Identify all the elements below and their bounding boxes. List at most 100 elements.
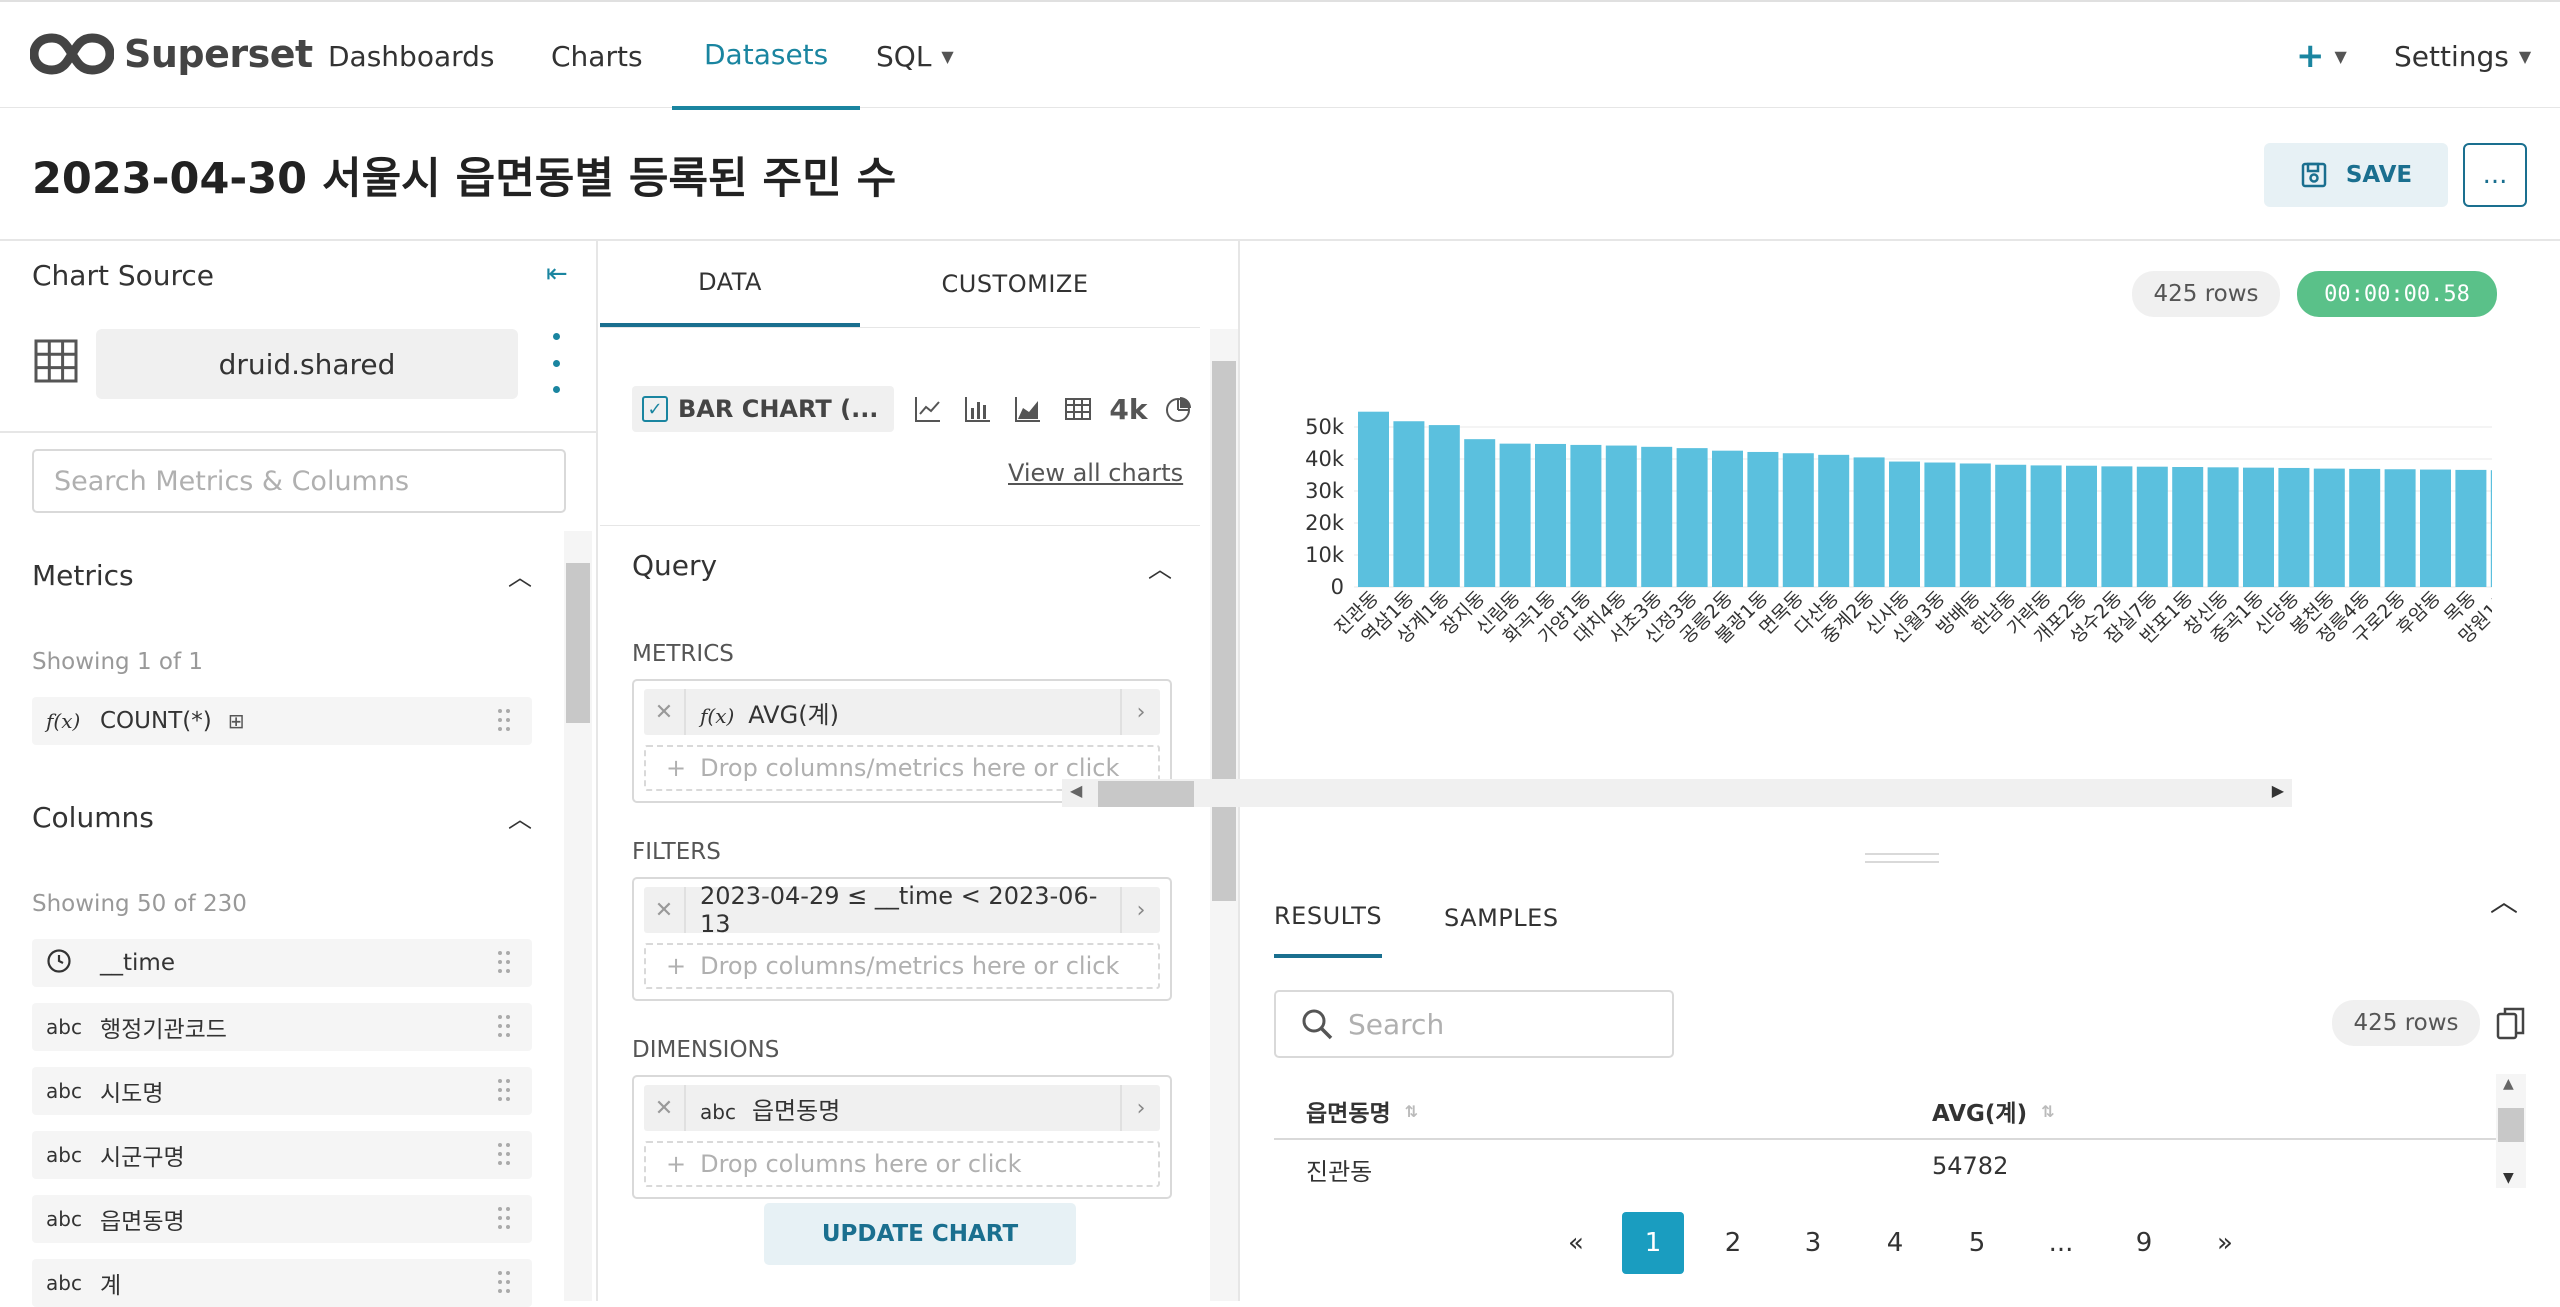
bar (1428, 425, 1460, 587)
split-drag-handle[interactable] (1865, 853, 1939, 863)
plus-icon: + (2296, 36, 2325, 76)
nav-dashboards[interactable]: Dashboards (328, 2, 495, 110)
chart-title[interactable]: 2023-04-30 서울시 읍면동별 등록된 주민 수 (32, 144, 896, 206)
superset-logo[interactable]: Superset (30, 24, 313, 84)
collapse-panel-icon[interactable]: ⇤ (546, 259, 568, 289)
pagination-page-1[interactable]: 1 (1622, 1212, 1684, 1274)
line-chart-icon[interactable] (912, 393, 944, 425)
chevron-up-icon[interactable]: ︿ (1148, 549, 1172, 584)
dimension-chip[interactable]: ✕ abc 읍면동명 › (644, 1085, 1160, 1131)
pagination-next[interactable]: » (2194, 1212, 2256, 1274)
table-scrollbar-thumb[interactable] (2498, 1108, 2524, 1142)
pagination-page-5[interactable]: 5 (1946, 1212, 2008, 1274)
column-type: abc (46, 1271, 82, 1295)
area-chart-icon[interactable] (1012, 393, 1044, 425)
dimensions-control: ✕ abc 읍면동명 › + Drop columns here or click (632, 1075, 1172, 1199)
column-name: 계 (100, 1273, 122, 1299)
new-item-menu[interactable]: + ▼ (2296, 2, 2347, 110)
bar (1818, 454, 1850, 587)
pie-chart-icon[interactable] (1162, 393, 1194, 425)
sort-icon[interactable]: ⇅ (2041, 1102, 2054, 1121)
tab-samples[interactable]: SAMPLES (1444, 878, 1559, 958)
chart-scrollbar-track[interactable]: ◀ ▶ (1062, 779, 2292, 807)
superset-logo-icon (30, 33, 114, 75)
collapse-results-icon[interactable]: ︿ (2490, 880, 2518, 920)
scroll-down-icon[interactable]: ▼ (2503, 1170, 2514, 1186)
pagination-page-4[interactable]: 4 (1864, 1212, 1926, 1274)
pagination-ellipsis[interactable]: ... (2030, 1212, 2092, 1274)
scroll-left-icon[interactable]: ◀ (1070, 781, 1082, 800)
drag-handle-icon[interactable] (498, 1271, 510, 1295)
function-icon: f(x) (700, 703, 735, 728)
remove-icon[interactable]: ✕ (644, 689, 686, 735)
column-item[interactable]: __time (32, 939, 532, 987)
dataset-menu-icon[interactable] (548, 333, 564, 393)
clock-icon (46, 948, 82, 979)
chart-panel: 425 rows 00:00:00.58 0 10k 20k 30k 40k 50k 진관동… (1242, 241, 2560, 1301)
column-item[interactable]: abc 행정기관코드 (32, 1003, 532, 1051)
drag-handle-icon[interactable] (498, 1207, 510, 1231)
chevron-right-icon[interactable]: › (1120, 887, 1160, 933)
check-icon: ✓ (642, 396, 668, 422)
table-header-dong[interactable]: 읍면동명 ⇅ (1306, 1094, 1418, 1128)
tab-data[interactable]: DATA (600, 241, 860, 327)
bar (1853, 457, 1885, 587)
drag-handle-icon[interactable] (498, 709, 510, 733)
bar (1535, 443, 1566, 587)
more-actions-button[interactable]: ... (2463, 143, 2527, 207)
metric-value: AVG(계) (748, 700, 840, 729)
pagination-prev[interactable]: « (1545, 1212, 1607, 1274)
sort-icon[interactable]: ⇅ (1405, 1102, 1418, 1121)
copy-icon[interactable] (2496, 1006, 2526, 1042)
drag-handle-icon[interactable] (498, 1015, 510, 1039)
dimensions-drop-zone[interactable]: + Drop columns here or click (644, 1141, 1160, 1187)
tab-results[interactable]: RESULTS (1274, 878, 1383, 958)
scrollbar-thumb[interactable] (566, 563, 590, 723)
drag-handle-icon[interactable] (498, 1079, 510, 1103)
chevron-right-icon[interactable]: › (1120, 1085, 1160, 1131)
save-button[interactable]: SAVE (2264, 143, 2448, 207)
chevron-up-icon[interactable]: ︿ (508, 799, 532, 834)
remove-icon[interactable]: ✕ (644, 1085, 686, 1131)
bar-chart-icon[interactable] (962, 393, 994, 425)
chevron-up-icon[interactable]: ︿ (508, 557, 532, 592)
scroll-up-icon[interactable]: ▲ (2503, 1076, 2514, 1092)
nav-sql-label: SQL (876, 39, 932, 73)
scrollbar-thumb[interactable] (1212, 361, 1236, 901)
table-chart-icon[interactable] (1062, 393, 1094, 425)
drag-handle-icon[interactable] (498, 951, 510, 975)
chart-scrollbar-thumb[interactable] (1098, 781, 1194, 807)
column-name: __time (100, 950, 175, 976)
viz-type-selector[interactable]: ✓ BAR CHART (... (632, 386, 895, 432)
big-number-icon[interactable]: 4k (1109, 393, 1147, 426)
nav-charts[interactable]: Charts (551, 2, 643, 110)
column-item[interactable]: abc 시도명 (32, 1067, 532, 1115)
column-item[interactable]: abc 계 (32, 1259, 532, 1307)
pagination-page-9[interactable]: 9 (2113, 1212, 2175, 1274)
view-all-charts-link[interactable]: View all charts (1008, 459, 1183, 487)
filters-drop-zone[interactable]: + Drop columns/metrics here or click (644, 943, 1160, 989)
metric-chip[interactable]: ✕ f(x) AVG(계) › (644, 689, 1160, 735)
column-item[interactable]: abc 시군구명 (32, 1131, 532, 1179)
nav-datasets[interactable]: Datasets (672, 2, 861, 110)
column-item[interactable]: abc 읍면동명 (32, 1195, 532, 1243)
nav-sql[interactable]: SQL ▼ (876, 2, 954, 110)
nav-datasets-label: Datasets (704, 37, 829, 71)
scroll-right-icon[interactable]: ▶ (2272, 781, 2284, 800)
metric-item[interactable]: f(x) COUNT(*) ⊞ (32, 697, 532, 745)
remove-icon[interactable]: ✕ (644, 887, 686, 933)
update-chart-button[interactable]: UPDATE CHART (764, 1203, 1076, 1265)
table-header-avg[interactable]: AVG(계) ⇅ (1932, 1094, 2055, 1128)
search-metrics-columns-input[interactable]: Search Metrics & Columns (32, 449, 566, 513)
chevron-right-icon[interactable]: › (1120, 689, 1160, 735)
table-cell: 54782 (1932, 1152, 2009, 1180)
filter-chip[interactable]: ✕ 2023-04-29 ≤ __time < 2023-06-13 › (644, 882, 1160, 938)
pagination-page-3[interactable]: 3 (1782, 1212, 1844, 1274)
dataset-name[interactable]: druid.shared (96, 329, 518, 399)
pagination-page-2[interactable]: 2 (1702, 1212, 1764, 1274)
settings-menu[interactable]: Settings ▼ (2394, 2, 2531, 110)
bar (2349, 468, 2381, 587)
results-search-input[interactable]: Search (1274, 990, 1674, 1058)
drag-handle-icon[interactable] (498, 1143, 510, 1167)
tab-customize[interactable]: CUSTOMIZE (860, 241, 1170, 327)
